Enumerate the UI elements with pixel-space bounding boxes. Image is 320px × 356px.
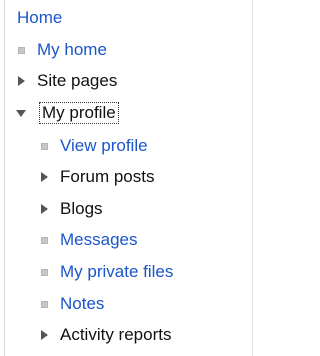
- bullet-icon: [38, 140, 50, 152]
- nav-item-forum-posts[interactable]: Forum posts: [38, 165, 154, 189]
- navigation-panel: Home My home Site pages My profile View …: [4, 0, 253, 356]
- nav-item-messages[interactable]: Messages: [38, 228, 137, 252]
- nav-item-notes[interactable]: Notes: [38, 292, 104, 316]
- nav-item-activity-reports[interactable]: Activity reports: [38, 323, 171, 347]
- nav-item-label[interactable]: Messages: [60, 230, 137, 250]
- nav-item-label[interactable]: My profile: [39, 102, 119, 124]
- nav-item-my-profile[interactable]: My profile: [15, 101, 119, 125]
- nav-item-blogs[interactable]: Blogs: [38, 197, 103, 221]
- triangle-right-icon[interactable]: [38, 203, 50, 215]
- triangle-right-icon[interactable]: [38, 329, 50, 341]
- nav-item-label[interactable]: Forum posts: [60, 167, 154, 187]
- nav-item-label[interactable]: View profile: [60, 136, 148, 156]
- triangle-down-icon[interactable]: [15, 107, 27, 119]
- nav-item-site-pages[interactable]: Site pages: [15, 69, 117, 93]
- home-link[interactable]: Home: [17, 8, 62, 28]
- triangle-right-icon[interactable]: [15, 75, 27, 87]
- bullet-icon: [38, 298, 50, 310]
- nav-item-label[interactable]: My private files: [60, 262, 173, 282]
- nav-item-view-profile[interactable]: View profile: [38, 134, 148, 158]
- nav-item-label[interactable]: Notes: [60, 294, 104, 314]
- bullet-icon: [38, 234, 50, 246]
- nav-item-label[interactable]: My home: [37, 40, 107, 60]
- nav-item-label[interactable]: Activity reports: [60, 325, 171, 345]
- bullet-icon: [15, 44, 27, 56]
- nav-item-label[interactable]: Blogs: [60, 199, 103, 219]
- triangle-right-icon[interactable]: [38, 171, 50, 183]
- nav-item-my-private-files[interactable]: My private files: [38, 260, 173, 284]
- bullet-icon: [38, 266, 50, 278]
- nav-item-my-home[interactable]: My home: [15, 38, 107, 62]
- nav-item-label[interactable]: Site pages: [37, 71, 117, 91]
